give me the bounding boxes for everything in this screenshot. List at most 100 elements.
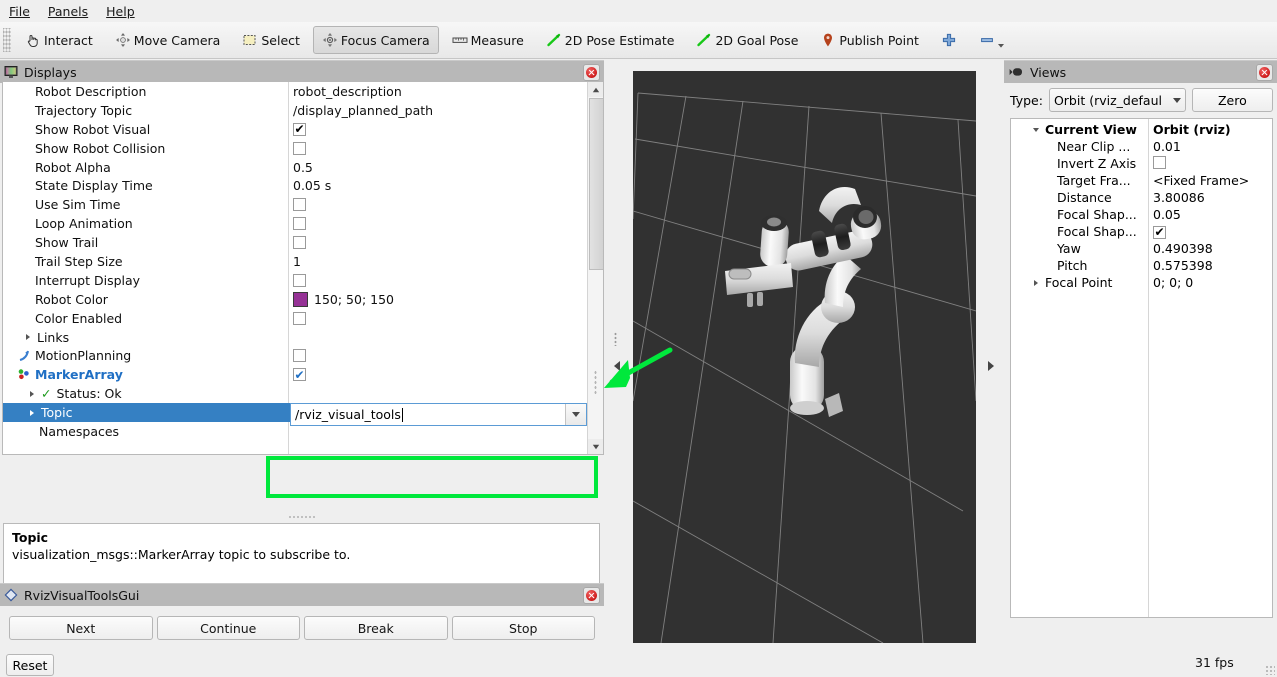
- list-item[interactable]: Invert Z Axis: [1011, 155, 1272, 172]
- tool-measure[interactable]: Measure: [443, 26, 533, 54]
- row-value[interactable]: [288, 198, 588, 212]
- row-value[interactable]: ✔: [288, 368, 588, 382]
- tool-add-button[interactable]: [932, 26, 966, 54]
- list-item[interactable]: Focal Point 0; 0; 0: [1011, 274, 1272, 291]
- table-row[interactable]: Show Robot Collision: [3, 139, 588, 158]
- table-row[interactable]: Show Robot Visual ✔: [3, 120, 588, 139]
- checkbox-unchecked[interactable]: [293, 217, 306, 231]
- row-value[interactable]: robot_description: [288, 84, 588, 99]
- row-value[interactable]: 0.575398: [1148, 258, 1272, 273]
- displays-tree[interactable]: Robot Description robot_description Traj…: [2, 82, 604, 455]
- checkbox-unchecked[interactable]: [1153, 155, 1166, 169]
- tool-interact[interactable]: Interact: [16, 26, 102, 54]
- expand-arrow-icon[interactable]: [23, 331, 35, 343]
- list-item[interactable]: Focal Shap... 0.05: [1011, 206, 1272, 223]
- table-row[interactable]: Use Sim Time: [3, 195, 588, 214]
- table-row[interactable]: Interrupt Display: [3, 271, 588, 290]
- break-button[interactable]: Break: [304, 616, 448, 640]
- tool-select[interactable]: Select: [233, 26, 309, 54]
- list-item[interactable]: Near Clip ... 0.01: [1011, 138, 1272, 155]
- row-value[interactable]: 150; 50; 150: [288, 291, 588, 307]
- table-row[interactable]: Loop Animation: [3, 214, 588, 233]
- panel-splitter[interactable]: [288, 515, 316, 520]
- checkbox-checked[interactable]: ✔: [293, 368, 306, 382]
- table-row[interactable]: Robot Description robot_description: [3, 82, 588, 101]
- topic-input-value[interactable]: /rviz_visual_tools: [291, 407, 565, 422]
- table-row[interactable]: Color Enabled: [3, 309, 588, 328]
- scroll-down-arrow-icon[interactable]: [588, 439, 603, 454]
- row-value[interactable]: 0.05 s: [288, 178, 588, 193]
- views-close-button[interactable]: [1256, 63, 1273, 81]
- reset-button[interactable]: Reset: [6, 654, 54, 676]
- viewport-right-collapse-handle[interactable]: [986, 346, 996, 386]
- row-value[interactable]: 0.5: [288, 160, 588, 175]
- render-viewport-3d[interactable]: [633, 71, 976, 643]
- tool-focus-camera[interactable]: Focus Camera: [312, 26, 439, 54]
- checkbox-unchecked[interactable]: [293, 273, 306, 287]
- list-item[interactable]: Current View Orbit (rviz): [1011, 121, 1272, 138]
- next-button[interactable]: Next: [9, 616, 153, 640]
- tool-2d-pose-estimate[interactable]: 2D Pose Estimate: [537, 26, 684, 54]
- menu-file[interactable]: File: [0, 2, 39, 21]
- scrollbar-thumb[interactable]: [589, 98, 603, 270]
- displays-scrollbar[interactable]: [587, 82, 603, 454]
- tool-publish-point[interactable]: Publish Point: [811, 26, 928, 54]
- list-item[interactable]: Yaw 0.490398: [1011, 240, 1272, 257]
- table-row[interactable]: Links: [3, 328, 588, 347]
- table-row-topic-selected[interactable]: Topic /rviz_visual_tools: [3, 403, 588, 427]
- collapse-arrow-icon[interactable]: [1031, 124, 1043, 136]
- toolbar-drag-handle[interactable]: [3, 28, 11, 52]
- table-row[interactable]: MarkerArray ✔: [3, 365, 588, 384]
- row-value[interactable]: 0.05: [1148, 207, 1272, 222]
- row-value[interactable]: [288, 273, 588, 287]
- zero-button[interactable]: Zero: [1191, 88, 1273, 112]
- table-row[interactable]: Trajectory Topic /display_planned_path: [3, 101, 588, 120]
- row-value[interactable]: [1148, 155, 1272, 172]
- list-item[interactable]: Target Fra... <Fixed Frame>: [1011, 172, 1272, 189]
- row-value[interactable]: 0; 0; 0: [1148, 275, 1272, 290]
- views-tree[interactable]: Current View Orbit (rviz) Near Clip ... …: [1010, 118, 1273, 618]
- checkbox-unchecked[interactable]: [293, 141, 306, 155]
- displays-close-button[interactable]: [583, 63, 600, 81]
- row-value[interactable]: [288, 311, 588, 325]
- views-type-combobox[interactable]: Orbit (rviz_defaul: [1048, 88, 1186, 112]
- checkbox-checked[interactable]: ✔: [1153, 225, 1166, 239]
- table-row[interactable]: Show Trail: [3, 233, 588, 252]
- table-row[interactable]: MotionPlanning: [3, 346, 588, 365]
- table-row[interactable]: State Display Time 0.05 s: [3, 176, 588, 195]
- table-row[interactable]: Robot Color 150; 50; 150: [3, 290, 588, 309]
- row-value[interactable]: [288, 217, 588, 231]
- table-row[interactable]: Namespaces: [3, 422, 588, 441]
- color-swatch[interactable]: [293, 291, 308, 307]
- rvt-close-button[interactable]: [583, 586, 600, 604]
- menu-help[interactable]: Help: [97, 2, 144, 21]
- row-value[interactable]: ✔: [1148, 224, 1272, 239]
- row-value[interactable]: ✔: [288, 122, 588, 136]
- row-value[interactable]: 3.80086: [1148, 190, 1272, 205]
- menu-panels[interactable]: Panels: [39, 2, 97, 21]
- row-value[interactable]: [288, 141, 588, 155]
- row-value[interactable]: 0.490398: [1148, 241, 1272, 256]
- list-item[interactable]: Pitch 0.575398: [1011, 257, 1272, 274]
- list-item[interactable]: Distance 3.80086: [1011, 189, 1272, 206]
- row-value[interactable]: [288, 236, 588, 250]
- continue-button[interactable]: Continue: [156, 616, 300, 640]
- toolbar-overflow-button[interactable]: [996, 39, 1006, 53]
- row-value[interactable]: <Fixed Frame>: [1148, 173, 1272, 188]
- table-row[interactable]: ✓ Status: Ok: [3, 384, 588, 403]
- checkbox-checked[interactable]: ✔: [293, 122, 306, 136]
- checkbox-unchecked[interactable]: [293, 198, 306, 212]
- expand-arrow-icon[interactable]: [1031, 277, 1043, 289]
- list-item[interactable]: Focal Shap... ✔: [1011, 223, 1272, 240]
- expand-arrow-icon[interactable]: [27, 407, 39, 419]
- table-row[interactable]: Robot Alpha 0.5: [3, 158, 588, 177]
- stop-button[interactable]: Stop: [451, 616, 595, 640]
- scroll-up-arrow-icon[interactable]: [588, 82, 603, 97]
- tool-2d-goal-pose[interactable]: 2D Goal Pose: [687, 26, 807, 54]
- checkbox-unchecked[interactable]: [293, 349, 306, 363]
- viewport-left-collapse-handle[interactable]: [612, 332, 622, 386]
- row-value[interactable]: 0.01: [1148, 139, 1272, 154]
- table-row[interactable]: Trail Step Size 1: [3, 252, 588, 271]
- expand-arrow-icon[interactable]: [27, 388, 39, 400]
- row-value[interactable]: [288, 349, 588, 363]
